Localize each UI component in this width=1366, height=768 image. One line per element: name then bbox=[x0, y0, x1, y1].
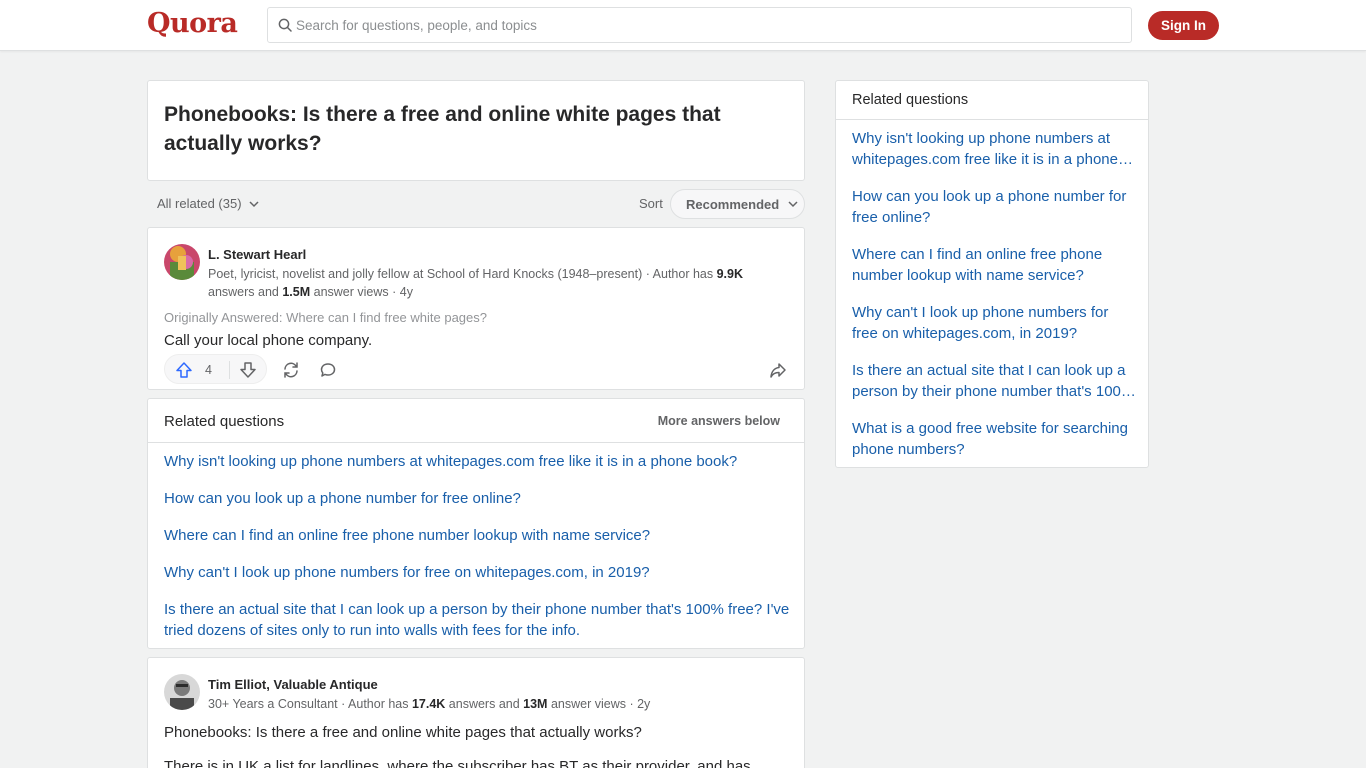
sidebar-related-link[interactable]: What is a good free website for searchin… bbox=[852, 418, 1137, 460]
comment-icon[interactable] bbox=[317, 359, 339, 381]
answer-body: Call your local phone company. bbox=[164, 332, 373, 349]
sidebar-related-link[interactable]: Why isn't looking up phone numbers at wh… bbox=[852, 128, 1137, 170]
answer-body: There is in UK a list for landlines, whe… bbox=[164, 758, 751, 768]
related-question-link[interactable]: Where can I find an online free phone nu… bbox=[164, 525, 794, 546]
chevron-down-icon bbox=[249, 200, 259, 207]
upvote-count: 4 bbox=[205, 363, 212, 377]
related-question-link[interactable]: How can you look up a phone number for f… bbox=[164, 488, 794, 509]
sidebar-related-link[interactable]: Where can I find an online free phone nu… bbox=[852, 244, 1137, 286]
author-credentials: Poet, lyricist, novelist and jolly fello… bbox=[208, 267, 743, 299]
share-reshare-icon[interactable] bbox=[280, 359, 302, 381]
top-nav-bar: Quora Sign In bbox=[0, 0, 1366, 51]
upvote-icon[interactable] bbox=[175, 361, 193, 379]
related-questions-header: Related questions More answers below bbox=[148, 399, 804, 443]
more-answers-below: More answers below bbox=[657, 414, 780, 428]
all-related-dropdown[interactable]: All related (35) bbox=[157, 196, 260, 211]
downvote-icon[interactable] bbox=[239, 361, 257, 379]
share-icon[interactable] bbox=[767, 359, 789, 381]
originally-answered[interactable]: Originally Answered: Where can I find fr… bbox=[164, 310, 487, 325]
sort-label: Sort bbox=[639, 196, 663, 211]
sidebar-title: Related questions bbox=[852, 92, 969, 108]
question-title: Phonebooks: Is there a free and online w… bbox=[164, 103, 721, 155]
related-questions-inline: Related questions More answers below Why… bbox=[147, 398, 805, 649]
sidebar-related-link[interactable]: Is there an actual site that I can look … bbox=[852, 360, 1137, 402]
answer-card: Tim Elliot, Valuable Antique 30+ Years a… bbox=[147, 657, 805, 768]
all-related-label: All related (35) bbox=[157, 196, 242, 211]
related-questions-title: Related questions bbox=[164, 413, 285, 430]
sign-in-button[interactable]: Sign In bbox=[1148, 11, 1219, 40]
sidebar-related-link[interactable]: How can you look up a phone number for f… bbox=[852, 186, 1137, 228]
answer-card: L. Stewart Hearl Poet, lyricist, novelis… bbox=[147, 227, 805, 390]
sidebar-header: Related questions bbox=[836, 81, 1148, 120]
answers-filter-bar: All related (35) Sort Recommended bbox=[147, 189, 805, 219]
vote-divider bbox=[229, 361, 230, 379]
related-question-link[interactable]: Why isn't looking up phone numbers at wh… bbox=[164, 451, 794, 472]
answer-question-repeat: Phonebooks: Is there a free and online w… bbox=[164, 724, 642, 741]
author-name[interactable]: Tim Elliot, Valuable Antique bbox=[208, 677, 378, 692]
avatar[interactable] bbox=[164, 244, 200, 280]
sort-value: Recommended bbox=[686, 196, 780, 212]
avatar[interactable] bbox=[164, 674, 200, 710]
sidebar-related-link[interactable]: Why can't I look up phone numbers for fr… bbox=[852, 302, 1137, 344]
search-box[interactable] bbox=[267, 7, 1132, 43]
quora-logo[interactable]: Quora bbox=[147, 8, 238, 39]
question-card: Phonebooks: Is there a free and online w… bbox=[147, 80, 805, 181]
sort-dropdown[interactable]: Recommended bbox=[670, 189, 805, 219]
chevron-down-icon bbox=[788, 201, 798, 208]
related-question-link[interactable]: Why can't I look up phone numbers for fr… bbox=[164, 562, 794, 583]
vote-group: 4 bbox=[164, 354, 267, 384]
author-credentials: 30+ Years a Consultant · Author has 17.4… bbox=[208, 697, 651, 711]
search-icon bbox=[278, 18, 292, 32]
author-name[interactable]: L. Stewart Hearl bbox=[208, 247, 306, 262]
related-question-link[interactable]: Is there an actual site that I can look … bbox=[164, 599, 794, 641]
related-questions-sidebar: Related questions Why isn't looking up p… bbox=[835, 80, 1149, 468]
search-input[interactable] bbox=[296, 8, 1116, 42]
